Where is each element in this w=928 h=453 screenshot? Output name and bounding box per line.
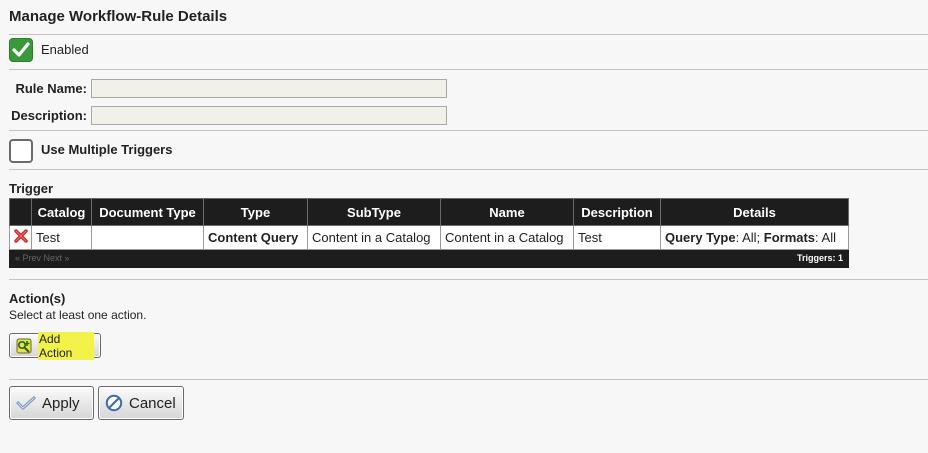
cell-type: Content Query [203,225,308,250]
column-header[interactable]: Name [440,198,574,226]
divider [9,169,928,170]
cancel-label: Cancel [129,394,176,412]
column-header[interactable]: Catalog [31,198,92,226]
page-title: Manage Workflow-Rule Details [9,8,228,25]
apply-check-icon [16,395,36,411]
cancel-button[interactable]: Cancel [98,386,184,420]
column-header[interactable]: Description [573,198,661,226]
details-formats-value: : All [815,230,837,245]
enabled-checkbox[interactable] [9,38,33,62]
divider [9,34,928,35]
checkmark-icon [12,42,30,57]
pager-links[interactable]: « Prev Next » [15,253,70,263]
details-query-type-label: Query Type [665,230,736,245]
actions-hint: Select at least one action. [9,308,147,322]
divider [9,279,928,280]
add-action-icon [16,338,32,354]
trigger-count: Triggers: 1 [796,253,843,263]
delete-trigger-button[interactable] [9,225,32,250]
divider [9,130,928,131]
divider [9,69,928,70]
add-action-button[interactable]: Add Action [9,331,101,360]
details-query-type-value: : All; [735,230,764,245]
column-header[interactable]: Type [203,198,308,226]
cell-details: Query Type: All; Formats: All [660,225,849,250]
trigger-heading: Trigger [9,181,54,196]
description-label: Description: [11,108,87,123]
table-pager: « Prev Next » Triggers: 1 [9,250,849,268]
divider [9,379,928,380]
cell-subtype: Content in a Catalog [307,225,441,250]
multiple-triggers-label: Use Multiple Triggers [41,142,173,157]
table-header-row: Catalog Document Type Type SubType Name … [9,198,849,226]
column-header[interactable]: Document Type [91,198,204,226]
column-header[interactable]: Details [660,198,849,226]
cell-catalog: Test [31,225,92,250]
column-header[interactable]: SubType [307,198,441,226]
table-row: Test Content Query Content in a Catalog … [9,225,849,250]
column-header-action [9,198,32,226]
cell-name: Content in a Catalog [440,225,574,250]
apply-button[interactable]: Apply [9,386,94,420]
cancel-icon [105,394,123,412]
add-action-label: Add Action [38,331,94,360]
apply-label: Apply [42,394,80,412]
cell-description: Test [573,225,661,250]
multiple-triggers-checkbox[interactable] [9,139,33,163]
rule-name-label: Rule Name: [15,81,87,96]
cell-document-type [91,225,204,250]
enabled-label: Enabled [41,42,89,57]
delete-x-icon [13,229,28,243]
description-input[interactable] [91,106,447,125]
trigger-table: Catalog Document Type Type SubType Name … [9,198,849,250]
details-formats-label: Formats [763,230,816,245]
rule-name-input[interactable] [91,79,447,98]
actions-heading: Action(s) [9,291,66,306]
